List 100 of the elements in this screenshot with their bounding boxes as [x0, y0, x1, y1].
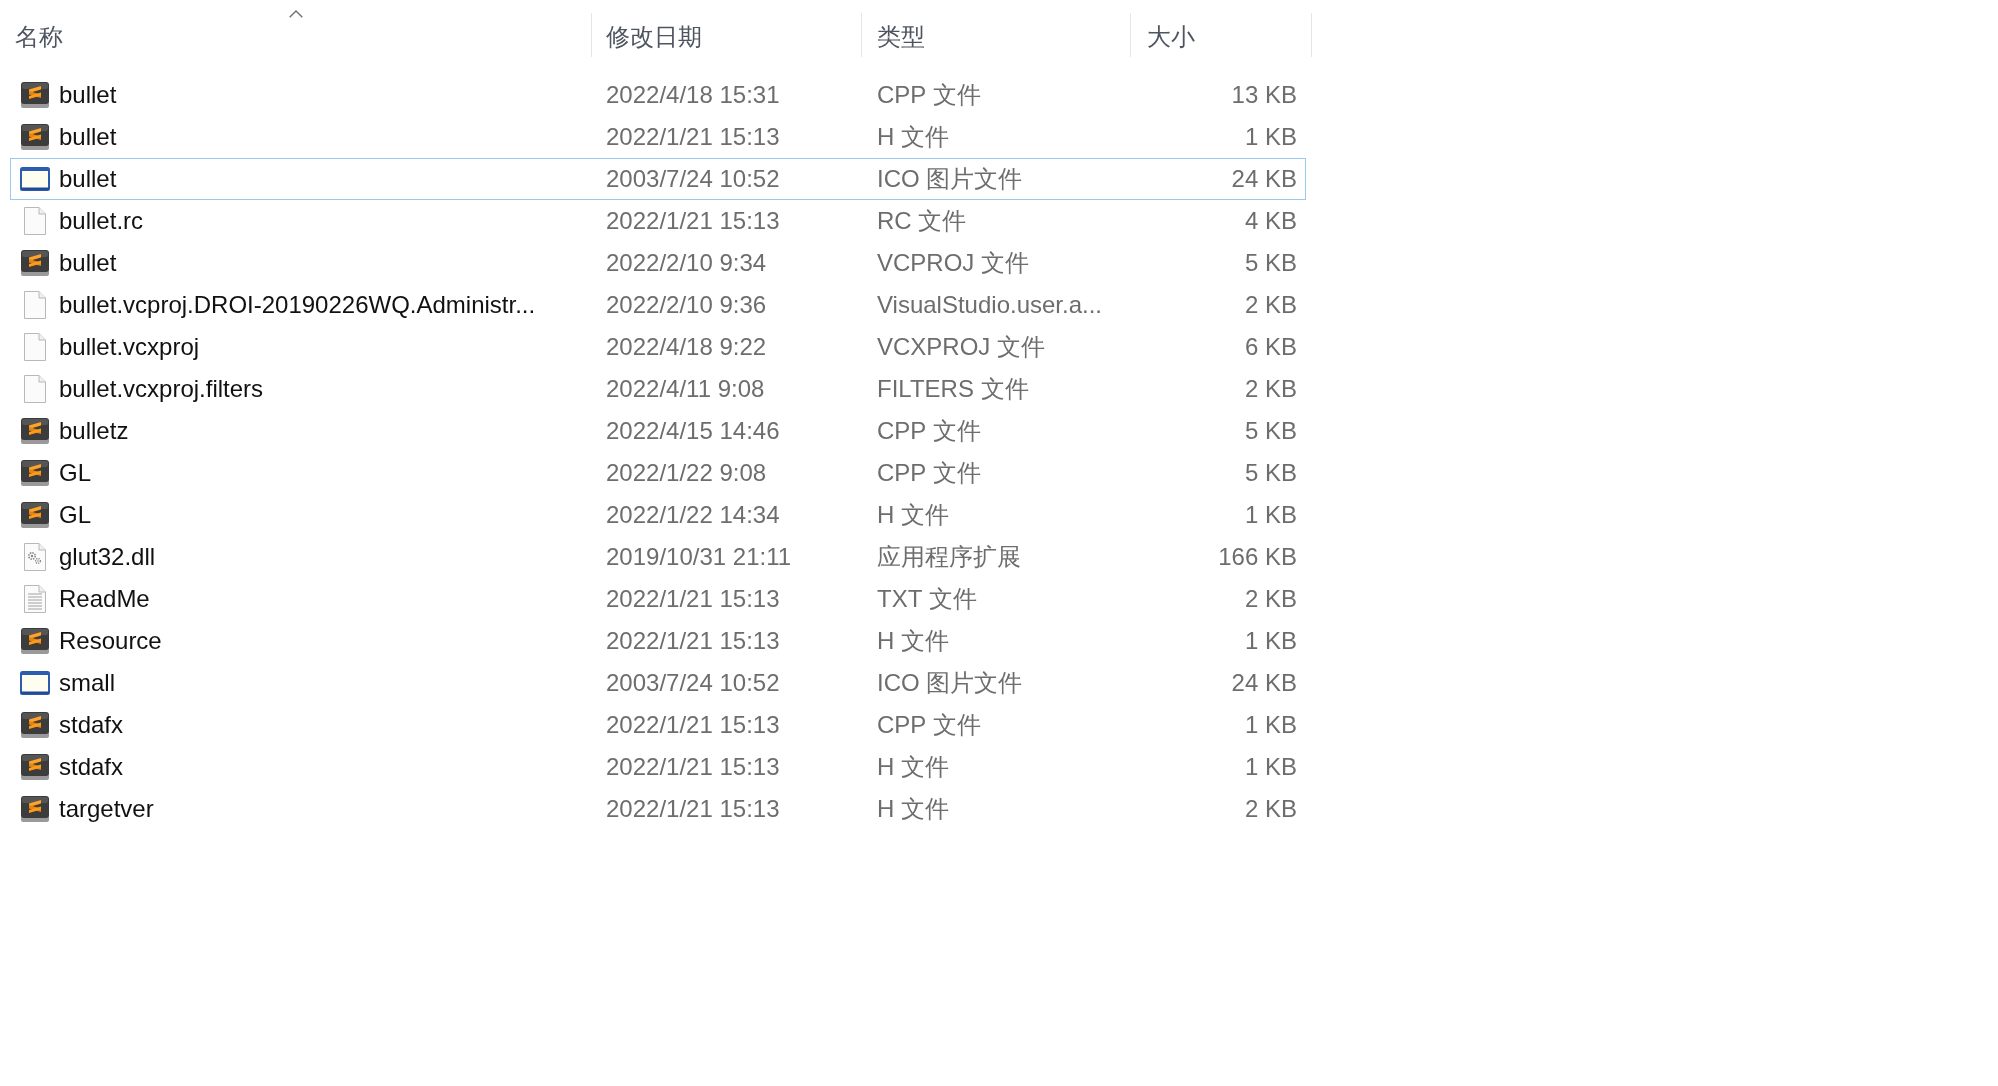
modified-date: 2022/1/21 15:13: [606, 123, 780, 150]
modified-date: 2022/2/10 9:34: [606, 249, 767, 276]
modified-date: 2022/4/18 9:22: [606, 333, 767, 360]
file-size: 13 KB: [1231, 80, 1297, 110]
modified-date: 2019/10/31 21:11: [606, 543, 792, 570]
file-row[interactable]: GL 2022/1/22 9:08 CPP 文件 5 KB: [10, 452, 1306, 494]
file-name: GL: [59, 458, 91, 488]
file-row[interactable]: bullet 2022/1/21 15:13 H 文件 1 KB: [10, 116, 1306, 158]
file-row[interactable]: Resource 2022/1/21 15:13 H 文件 1 KB: [10, 620, 1306, 662]
column-header[interactable]: 修改日期: [592, 0, 862, 62]
modified-date: 2022/1/21 15:13: [606, 207, 780, 234]
file-name: bullet: [59, 164, 117, 194]
modified-date: 2022/1/21 15:13: [606, 627, 780, 654]
file-type: CPP 文件: [877, 417, 981, 444]
file-size: 166 KB: [1218, 542, 1297, 572]
text-document-icon: [24, 585, 46, 613]
document-icon: [24, 375, 46, 403]
file-name: bullet: [59, 248, 117, 278]
file-type: TXT 文件: [877, 585, 977, 612]
modified-date: 2022/1/21 15:13: [606, 753, 780, 780]
source-file-icon: [21, 796, 49, 822]
modified-date: 2022/4/11 9:08: [606, 375, 765, 402]
modified-date: 2003/7/24 10:52: [606, 669, 780, 696]
file-size: 5 KB: [1244, 248, 1297, 278]
file-name: bulletz: [59, 416, 129, 446]
source-file-icon: [21, 124, 49, 150]
document-icon: [24, 333, 46, 361]
source-file-icon: [21, 754, 49, 780]
modified-date: 2022/4/18 15:31: [606, 81, 780, 108]
file-name: bullet: [59, 122, 117, 152]
modified-date: 2022/2/10 9:36: [606, 291, 767, 318]
file-name: stdafx: [59, 710, 124, 740]
document-icon: [24, 207, 46, 235]
file-size: 1 KB: [1244, 500, 1297, 530]
file-size: 1 KB: [1244, 626, 1297, 656]
file-type: ICO 图片文件: [877, 669, 1023, 696]
file-size: 2 KB: [1244, 374, 1297, 404]
file-row[interactable]: stdafx 2022/1/21 15:13 CPP 文件 1 KB: [10, 704, 1306, 746]
file-type: VCXPROJ 文件: [877, 333, 1046, 360]
file-row[interactable]: bullet 2022/4/18 15:31 CPP 文件 13 KB: [10, 74, 1306, 116]
file-row[interactable]: bullet.vcxproj 2022/4/18 9:22 VCXPROJ 文件 6 KB: [10, 326, 1306, 368]
file-row[interactable]: bullet 2003/7/24 10:52 ICO 图片文件 24 KB: [10, 158, 1306, 200]
file-type: ICO 图片文件: [877, 165, 1023, 192]
file-size: 5 KB: [1244, 458, 1297, 488]
source-file-icon: [21, 502, 49, 528]
source-file-icon: [21, 460, 49, 486]
file-size: 2 KB: [1244, 794, 1297, 824]
source-file-icon: [21, 628, 49, 654]
source-file-icon: [21, 712, 49, 738]
file-type: RC 文件: [877, 207, 967, 234]
file-row[interactable]: stdafx 2022/1/21 15:13 H 文件 1 KB: [10, 746, 1306, 788]
file-size: 4 KB: [1244, 206, 1297, 236]
file-type: CPP 文件: [877, 711, 981, 738]
file-name: Resource: [59, 626, 162, 656]
file-row[interactable]: ReadMe 2022/1/21 15:13 TXT 文件 2 KB: [10, 578, 1306, 620]
column-header[interactable]: 类型: [862, 0, 1131, 62]
file-row[interactable]: small 2003/7/24 10:52 ICO 图片文件 24 KB: [10, 662, 1306, 704]
file-name: GL: [59, 500, 91, 530]
file-name: glut32.dll: [59, 542, 156, 572]
column-header[interactable]: 名称: [0, 0, 592, 62]
file-type: CPP 文件: [877, 459, 981, 486]
modified-date: 2022/1/22 9:08: [606, 459, 767, 486]
modified-date: 2022/1/21 15:13: [606, 585, 780, 612]
file-type: FILTERS 文件: [877, 375, 1029, 402]
file-size: 2 KB: [1244, 290, 1297, 320]
file-name: targetver: [59, 794, 154, 824]
file-row[interactable]: glut32.dll 2019/10/31 21:11 应用程序扩展 166 KB: [10, 536, 1306, 578]
file-row[interactable]: bullet.rc 2022/1/21 15:13 RC 文件 4 KB: [10, 200, 1306, 242]
file-name: bullet.vcproj.DROI-20190226WQ.Administr...: [59, 290, 536, 320]
file-type: CPP 文件: [877, 81, 981, 108]
file-size: 1 KB: [1244, 122, 1297, 152]
file-name: bullet: [59, 80, 117, 110]
file-type: H 文件: [877, 627, 949, 654]
file-type: H 文件: [877, 753, 949, 780]
file-row[interactable]: bullet.vcxproj.filters 2022/4/11 9:08 FILTERS 文件 2 KB: [10, 368, 1306, 410]
file-row[interactable]: bullet.vcproj.DROI-20190226WQ.Administr... 2022/2/10 9:36 VisualStudio.user.a... 2 KB: [10, 284, 1306, 326]
modified-date: 2022/1/21 15:13: [606, 711, 780, 738]
modified-date: 2022/4/15 14:46: [606, 417, 780, 444]
file-row[interactable]: GL 2022/1/22 14:34 H 文件 1 KB: [10, 494, 1306, 536]
modified-date: 2022/1/22 14:34: [606, 501, 780, 528]
file-name: ReadMe: [59, 584, 150, 614]
window-icon: [20, 671, 50, 695]
file-name: bullet.vcxproj.filters: [59, 374, 264, 404]
modified-date: 2003/7/24 10:52: [606, 165, 780, 192]
file-row[interactable]: bulletz 2022/4/15 14:46 CPP 文件 5 KB: [10, 410, 1306, 452]
source-file-icon: [21, 82, 49, 108]
chevron-up-icon: [289, 10, 303, 18]
file-row[interactable]: bullet 2022/2/10 9:34 VCPROJ 文件 5 KB: [10, 242, 1306, 284]
file-size: 2 KB: [1244, 584, 1297, 614]
column-header[interactable]: 大小: [1131, 0, 1312, 62]
file-size: 6 KB: [1244, 332, 1297, 362]
file-size: 5 KB: [1244, 416, 1297, 446]
file-type: 应用程序扩展: [877, 543, 1021, 570]
document-icon: [24, 291, 46, 319]
source-file-icon: [21, 418, 49, 444]
file-type: VCPROJ 文件: [877, 249, 1029, 276]
file-type: VisualStudio.user.a...: [877, 291, 1103, 318]
source-file-icon: [21, 250, 49, 276]
file-row[interactable]: targetver 2022/1/21 15:13 H 文件 2 KB: [10, 788, 1306, 830]
window-icon: [20, 167, 50, 191]
